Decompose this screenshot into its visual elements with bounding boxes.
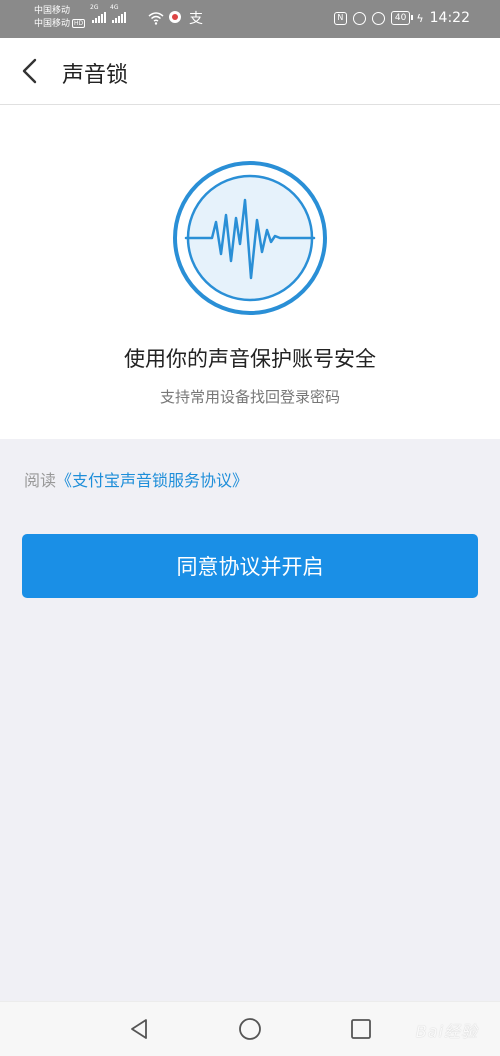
voice-waveform-icon (173, 161, 327, 315)
agree-and-enable-button[interactable]: 同意协议并开启 (22, 534, 478, 598)
charging-icon: ϟ (416, 11, 424, 25)
carrier-1: 中国移动 (34, 6, 71, 16)
carrier-info: 中国移动 中国移动 HD (34, 5, 86, 31)
baidu-watermark: Bai经验 (415, 1022, 478, 1041)
triangle-back-icon[interactable] (127, 1017, 151, 1041)
battery-icon: 40 (390, 11, 414, 25)
page: 中国移动 中国移动 HD 2G 4G 支 N 40 ϟ 14:22 声音锁 使用… (0, 0, 500, 1056)
square-recents-icon[interactable] (349, 1017, 373, 1041)
header: 声音锁 (0, 38, 500, 105)
status-right: N 40 ϟ 14:22 (333, 10, 470, 26)
voice-lock-card: 使用你的声音保护账号安全 支持常用设备找回登录密码 (0, 105, 500, 439)
signal-2-icon: 4G (110, 4, 126, 23)
status-time: 14:22 (429, 10, 470, 26)
chevron-left-icon[interactable] (14, 54, 48, 88)
app-notification-icon (169, 11, 181, 23)
status-bar: 中国移动 中国移动 HD 2G 4G 支 N 40 ϟ 14:22 (0, 0, 500, 38)
signal-1-tag: 2G (90, 4, 99, 11)
signal-2-tag: 4G (110, 4, 119, 11)
hd-badge: HD (72, 19, 86, 28)
carrier-2-row: 中国移动 HD (34, 18, 86, 31)
wifi-icon (148, 12, 164, 25)
agreement-prefix: 阅读 (24, 471, 57, 490)
signal-1-icon: 2G (90, 4, 106, 23)
carrier-2: 中国移动 (34, 19, 71, 29)
circle-home-icon[interactable] (238, 1017, 262, 1041)
sub-description: 支持常用设备找回登录密码 (159, 388, 340, 406)
signal-indicators: 2G 4G (90, 4, 126, 23)
nfc-icon: N (333, 11, 347, 25)
main-description: 使用你的声音保护账号安全 (124, 347, 376, 371)
page-title: 声音锁 (62, 63, 129, 88)
alipay-notification-icon: 支 (189, 11, 203, 27)
agreement-link[interactable]: 《支付宝声音锁服务协议》 (56, 471, 248, 490)
eye-icon (352, 11, 366, 25)
agreement-row: 阅读《支付宝声音锁服务协议》 (24, 467, 248, 491)
alarm-icon (371, 11, 385, 25)
